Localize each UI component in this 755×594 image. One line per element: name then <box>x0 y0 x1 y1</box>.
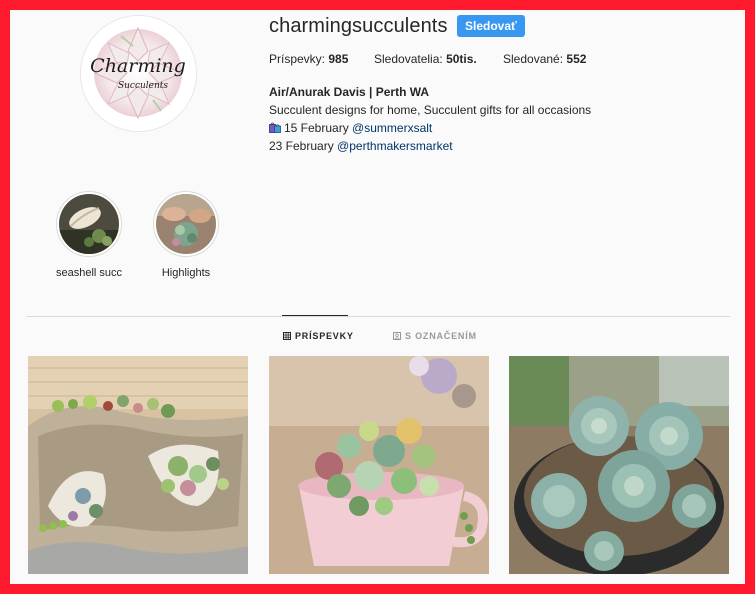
profile-bio: Air/Anurak Davis | Perth WA Succulent de… <box>269 83 591 155</box>
svg-text:Charming: Charming <box>90 55 186 77</box>
active-tab-indicator <box>282 315 348 316</box>
stat-following[interactable]: Sledované: 552 <box>503 52 586 66</box>
tabs-divider <box>26 316 730 317</box>
svg-text:Succulents: Succulents <box>118 81 168 91</box>
bio-description: Succulent designs for home, Succulent gi… <box>269 103 592 117</box>
mention-perthmakersmarket[interactable]: @perthmakersmarket <box>337 139 453 153</box>
highlight-seashell-succ[interactable]: seashell succ <box>44 191 134 279</box>
post-thumbnail[interactable] <box>509 356 729 574</box>
profile-avatar[interactable]: Charming Succulents <box>80 15 197 132</box>
mention-summerxsalt[interactable]: @summerxsalt <box>352 121 432 135</box>
highlight-highlights[interactable]: Highlights <box>141 191 231 279</box>
highlight-label: seashell succ <box>55 267 123 279</box>
tab-tagged[interactable]: S OZNAČENÍM <box>393 331 477 341</box>
stat-posts[interactable]: Príspevky: 985 <box>269 52 348 66</box>
bio-event-2: 23 February @perthmakersmarket <box>269 139 453 153</box>
shopping-bags-icon <box>269 122 281 133</box>
stat-followers[interactable]: Sledovatelia: 50tis. <box>374 52 477 66</box>
tab-posts[interactable]: PRÍSPEVKY <box>283 331 354 341</box>
follow-button[interactable]: Sledovať <box>457 15 525 37</box>
post-thumbnail[interactable] <box>269 356 489 574</box>
highlight-label: Highlights <box>161 267 211 279</box>
post-image <box>28 356 248 574</box>
bio-event-1: 15 February @summerxsalt <box>269 119 591 137</box>
profile-page: Charming Succulents charmingsucculents S… <box>10 10 745 584</box>
avatar-logo: Charming Succulents <box>81 16 196 131</box>
profile-username: charmingsucculents <box>269 15 448 37</box>
post-thumbnail[interactable] <box>28 356 248 574</box>
post-image <box>509 356 729 574</box>
post-image <box>269 356 489 574</box>
bio-name: Air/Anurak Davis | Perth WA <box>269 85 430 99</box>
highlight-cover-image <box>59 194 119 254</box>
highlight-cover-image <box>156 194 216 254</box>
grid-icon <box>283 332 291 340</box>
tag-icon <box>393 332 401 340</box>
